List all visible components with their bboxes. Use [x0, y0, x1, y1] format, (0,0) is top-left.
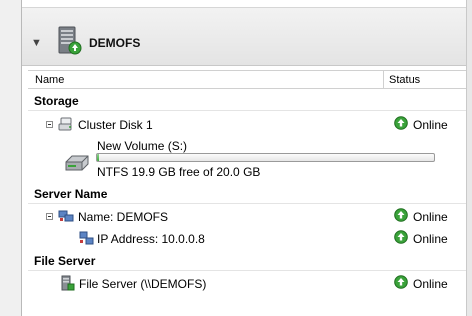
- ip-address-icon: [79, 231, 94, 245]
- group-title: DEMOFS: [89, 36, 141, 50]
- cluster-disk-label[interactable]: Cluster Disk 1: [78, 118, 153, 132]
- ip-address-status: Online: [413, 232, 448, 246]
- group-header[interactable]: [22, 0, 466, 66]
- online-status-icon: [394, 230, 408, 244]
- section-divider: [28, 203, 466, 204]
- file-server-status: Online: [413, 277, 448, 291]
- section-storage: Storage: [34, 94, 79, 108]
- ip-address-label[interactable]: IP Address: 10.0.0.8: [97, 232, 205, 246]
- network-name-label[interactable]: Name: DEMOFS: [78, 210, 168, 224]
- volume-name[interactable]: New Volume (S:): [97, 139, 187, 153]
- section-file-server: File Server: [34, 254, 96, 268]
- volume-detail: NTFS 19.9 GB free of 20.0 GB: [97, 165, 261, 179]
- volume-capacity-fill: [97, 154, 99, 161]
- column-divider[interactable]: [383, 71, 384, 88]
- server-role-icon: [58, 26, 82, 55]
- cluster-disk-icon: [58, 117, 72, 131]
- right-scroll-edge[interactable]: [466, 0, 472, 316]
- file-server-label[interactable]: File Server (\\DEMOFS): [79, 277, 206, 291]
- cluster-disk-status: Online: [413, 118, 448, 132]
- section-divider: [28, 270, 466, 271]
- network-name-icon: [58, 210, 74, 222]
- online-status-icon: [394, 116, 408, 130]
- collapse-toggle-icon[interactable]: [46, 213, 53, 220]
- file-server-icon: [61, 275, 75, 291]
- network-name-status: Online: [413, 210, 448, 224]
- collapse-toggle-icon[interactable]: [46, 121, 53, 128]
- left-margin-strip: [0, 0, 22, 316]
- volume-capacity-bar: [96, 153, 435, 162]
- volume-drive-icon: [65, 155, 89, 171]
- column-status-header[interactable]: Status: [389, 74, 420, 86]
- failover-cluster-panel: ▼ DEMOFS Name Status Storage Cluster Dis…: [0, 0, 472, 316]
- top-separator: [22, 0, 466, 8]
- column-header-row: Name Status: [28, 70, 466, 89]
- section-divider: [28, 110, 466, 111]
- collapse-chevron-icon[interactable]: ▼: [31, 37, 42, 49]
- online-status-icon: [394, 208, 408, 222]
- section-server-name: Server Name: [34, 187, 108, 201]
- column-name-header[interactable]: Name: [35, 74, 64, 86]
- online-status-icon: [394, 275, 408, 289]
